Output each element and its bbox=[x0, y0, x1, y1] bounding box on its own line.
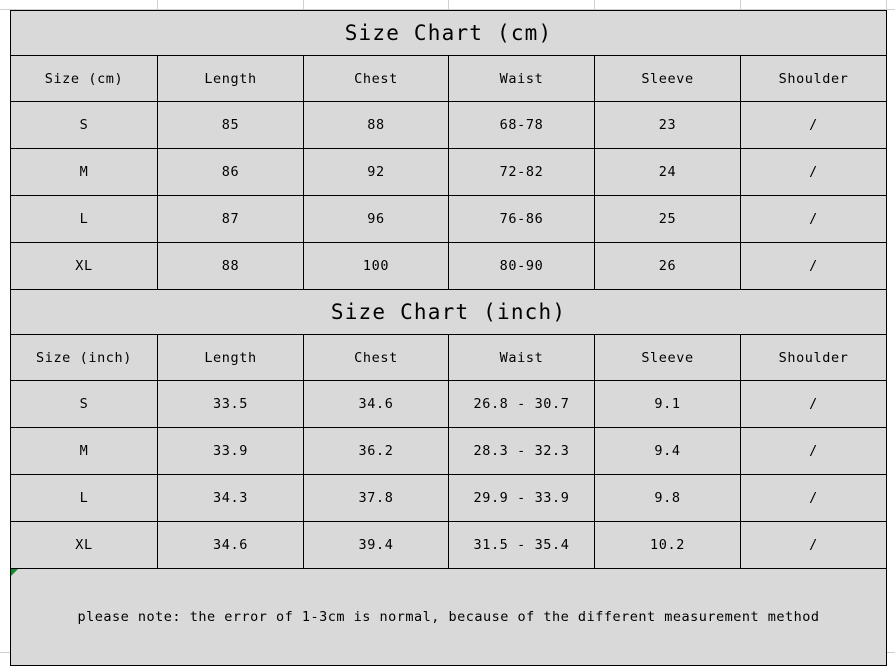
inch-cell-length: 34.6 bbox=[157, 521, 304, 569]
comment-marker-icon bbox=[11, 569, 18, 576]
inch-cell-sleeve: 9.4 bbox=[594, 427, 741, 475]
cm-cell-chest: 92 bbox=[303, 148, 449, 196]
cm-header-shoulder: Shoulder bbox=[739, 55, 888, 102]
inch-cell-sleeve: 9.8 bbox=[594, 474, 741, 522]
inch-cell-chest: 34.6 bbox=[303, 380, 449, 428]
cm-cell-size: S bbox=[10, 101, 158, 149]
inch-cell-shoulder: / bbox=[739, 380, 888, 428]
cm-cell-sleeve: 26 bbox=[594, 242, 741, 290]
table-row: XL 34.6 39.4 31.5 - 35.4 10.2 / bbox=[10, 521, 888, 569]
measurement-note-text: please note: the error of 1-3cm is norma… bbox=[77, 609, 820, 625]
cm-cell-length: 87 bbox=[157, 195, 304, 243]
inch-header-sleeve: Sleeve bbox=[594, 334, 741, 381]
table-row: M 86 92 72-82 24 / bbox=[10, 148, 888, 196]
inch-table-title: Size Chart (inch) bbox=[9, 289, 888, 335]
table-row: S 85 88 68-78 23 / bbox=[10, 101, 888, 149]
table-row: XL 88 100 80-90 26 / bbox=[10, 242, 888, 290]
cm-cell-chest: 96 bbox=[303, 195, 449, 243]
footer-note-row: please note: the error of 1-3cm is norma… bbox=[9, 568, 888, 666]
table-row: S 33.5 34.6 26.8 - 30.7 9.1 / bbox=[10, 380, 888, 428]
inch-cell-size: M bbox=[10, 427, 158, 475]
cm-table-title: Size Chart (cm) bbox=[9, 10, 888, 56]
cm-cell-waist: 72-82 bbox=[448, 148, 595, 196]
cm-cell-length: 86 bbox=[157, 148, 304, 196]
inch-header-waist: Waist bbox=[448, 334, 595, 381]
cm-cell-size: L bbox=[10, 195, 158, 243]
inch-cell-size: L bbox=[10, 474, 158, 522]
cm-cell-shoulder: / bbox=[739, 242, 888, 290]
inch-cell-size: XL bbox=[10, 521, 158, 569]
inch-cell-chest: 36.2 bbox=[303, 427, 449, 475]
cm-cell-waist: 76-86 bbox=[448, 195, 595, 243]
cm-cell-shoulder: / bbox=[739, 195, 888, 243]
measurement-note: please note: the error of 1-3cm is norma… bbox=[9, 568, 888, 666]
cm-cell-length: 88 bbox=[157, 242, 304, 290]
cm-cell-sleeve: 25 bbox=[594, 195, 741, 243]
cm-cell-shoulder: / bbox=[739, 101, 888, 149]
table-row: M 33.9 36.2 28.3 - 32.3 9.4 / bbox=[10, 427, 888, 475]
size-chart-cm-table: Size Chart (cm) Size (cm) Length Chest W… bbox=[9, 10, 888, 666]
cm-cell-size: M bbox=[10, 148, 158, 196]
cm-header-chest: Chest bbox=[303, 55, 449, 102]
cm-cell-length: 85 bbox=[157, 101, 304, 149]
inch-cell-waist: 26.8 - 30.7 bbox=[448, 380, 595, 428]
inch-cell-length: 33.9 bbox=[157, 427, 304, 475]
inch-cell-sleeve: 10.2 bbox=[594, 521, 741, 569]
table-row: L 87 96 76-86 25 / bbox=[10, 195, 888, 243]
inch-cell-length: 34.3 bbox=[157, 474, 304, 522]
inch-cell-waist: 28.3 - 32.3 bbox=[448, 427, 595, 475]
cm-cell-shoulder: / bbox=[739, 148, 888, 196]
table-row: L 34.3 37.8 29.9 - 33.9 9.8 / bbox=[10, 474, 888, 522]
cm-cell-waist: 68-78 bbox=[448, 101, 595, 149]
cm-cell-sleeve: 23 bbox=[594, 101, 741, 149]
cm-header-sleeve: Sleeve bbox=[594, 55, 741, 102]
inch-cell-chest: 37.8 bbox=[303, 474, 449, 522]
inch-cell-shoulder: / bbox=[739, 427, 888, 475]
inch-header-size: Size (inch) bbox=[10, 334, 158, 381]
cm-cell-size: XL bbox=[10, 242, 158, 290]
size-chart-container: Size Chart (cm) Size (cm) Length Chest W… bbox=[9, 10, 888, 666]
cm-cell-chest: 100 bbox=[303, 242, 449, 290]
table-title-row: Size Chart (cm) bbox=[9, 10, 888, 56]
cm-header-waist: Waist bbox=[448, 55, 595, 102]
cm-cell-waist: 80-90 bbox=[448, 242, 595, 290]
inch-cell-shoulder: / bbox=[739, 521, 888, 569]
inch-cell-waist: 29.9 - 33.9 bbox=[448, 474, 595, 522]
inch-cell-waist: 31.5 - 35.4 bbox=[448, 521, 595, 569]
cm-header-size: Size (cm) bbox=[10, 55, 158, 102]
cm-header-length: Length bbox=[157, 55, 304, 102]
table-title-row: Size Chart (inch) bbox=[9, 289, 888, 335]
inch-cell-shoulder: / bbox=[739, 474, 888, 522]
table-header-row: Size (cm) Length Chest Waist Sleeve Shou… bbox=[10, 55, 888, 102]
inch-header-length: Length bbox=[157, 334, 304, 381]
inch-cell-sleeve: 9.1 bbox=[594, 380, 741, 428]
inch-cell-length: 33.5 bbox=[157, 380, 304, 428]
inch-cell-size: S bbox=[10, 380, 158, 428]
cm-cell-sleeve: 24 bbox=[594, 148, 741, 196]
inch-cell-chest: 39.4 bbox=[303, 521, 449, 569]
table-header-row: Size (inch) Length Chest Waist Sleeve Sh… bbox=[10, 334, 888, 381]
inch-header-shoulder: Shoulder bbox=[739, 334, 888, 381]
cm-cell-chest: 88 bbox=[303, 101, 449, 149]
inch-header-chest: Chest bbox=[303, 334, 449, 381]
